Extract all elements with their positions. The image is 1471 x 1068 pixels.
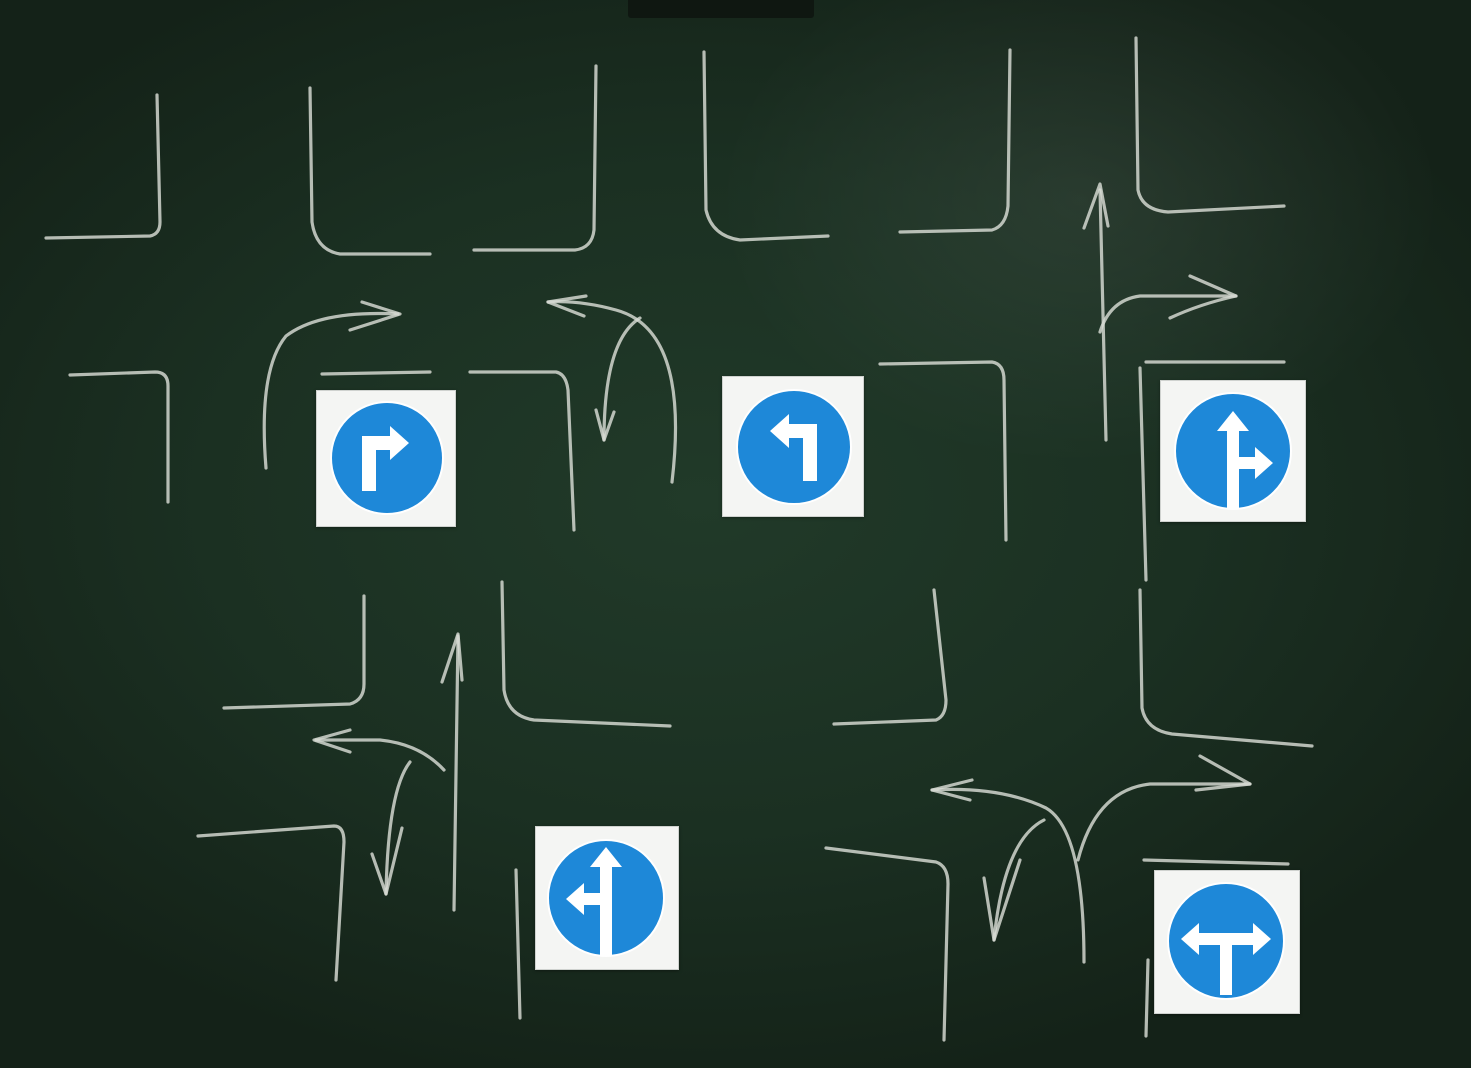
chalkboard: [0, 0, 1471, 1068]
straight-or-left-icon: [547, 839, 665, 957]
sign-card-turn-right: [316, 390, 456, 527]
sign-card-straight-or-left: [535, 826, 679, 970]
turn-left-icon: [736, 389, 852, 505]
left-or-right-icon: [1167, 882, 1285, 1000]
straight-or-right-icon: [1174, 392, 1292, 510]
sign-card-straight-or-right: [1160, 380, 1306, 522]
intersection-4-route-straight-left: [312, 632, 464, 912]
turn-right-icon: [330, 401, 444, 515]
sign-card-turn-left: [722, 376, 864, 517]
sign-card-left-or-right: [1154, 870, 1300, 1014]
